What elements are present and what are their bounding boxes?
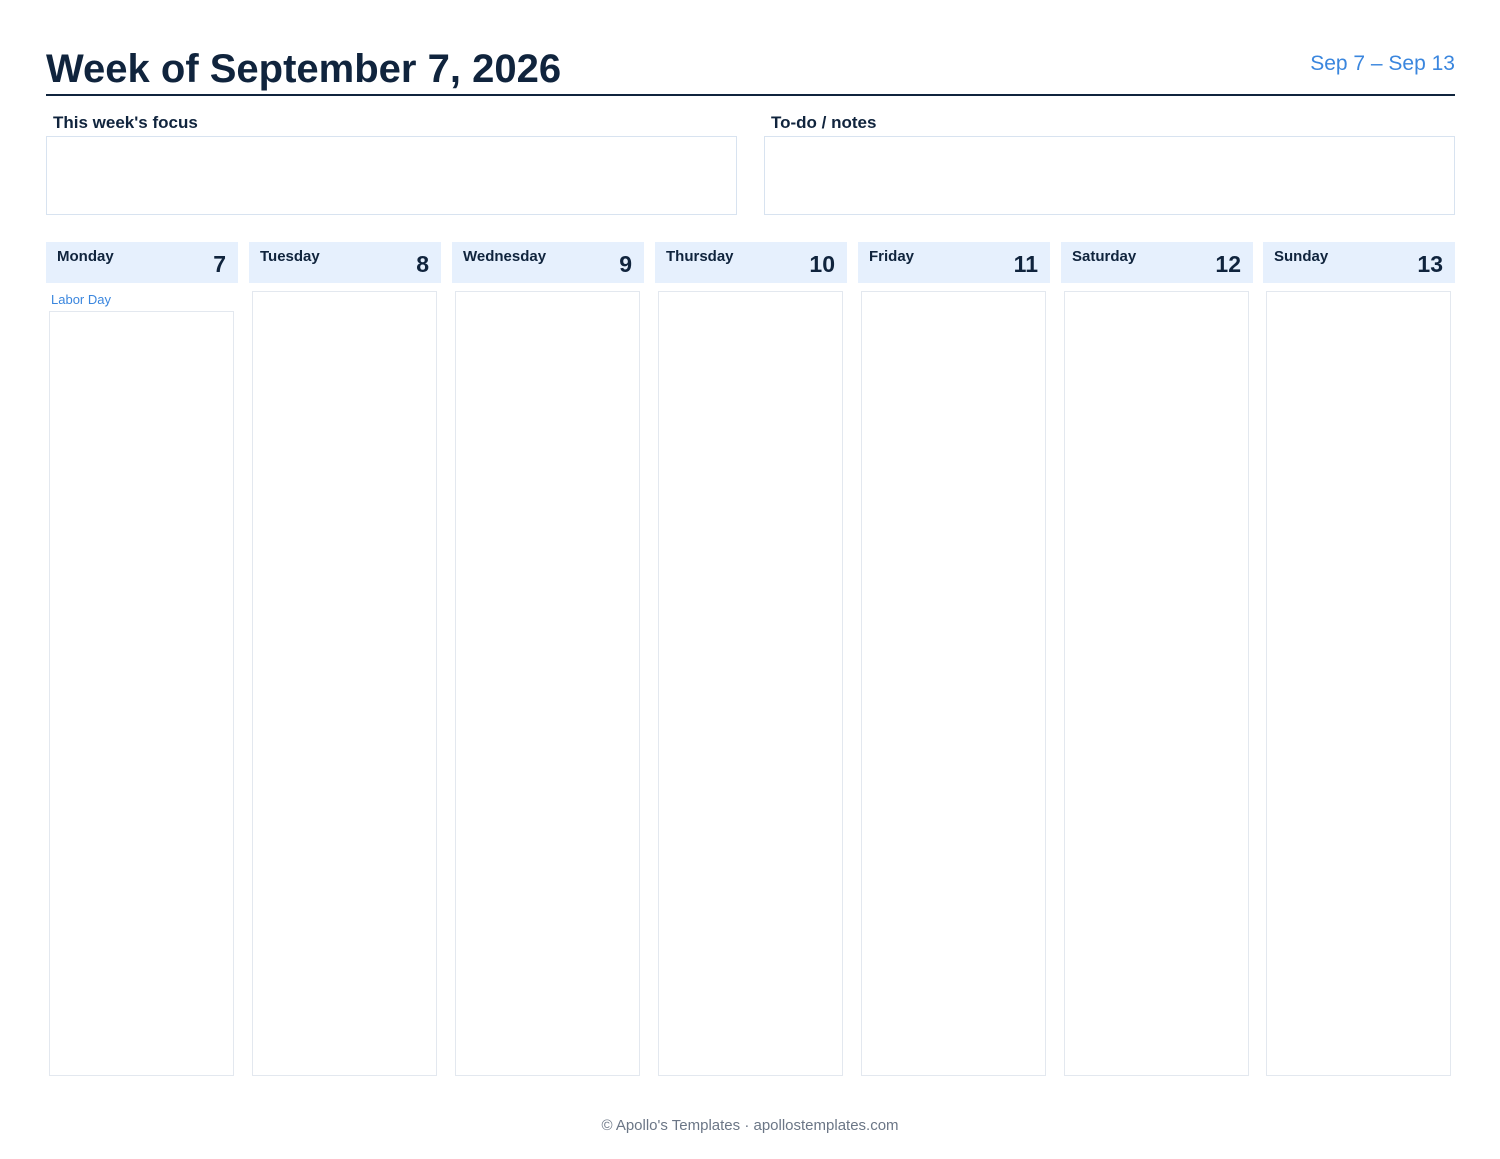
day-number: 8 <box>416 251 429 277</box>
day-number: 13 <box>1417 251 1443 277</box>
day-name: Saturday <box>1072 248 1137 265</box>
day-box-sunday[interactable] <box>1266 291 1451 1076</box>
day-number: 10 <box>809 251 835 277</box>
day-box-monday[interactable] <box>49 311 234 1076</box>
day-name: Sunday <box>1274 248 1329 265</box>
day-header-friday: Friday 11 <box>858 242 1050 283</box>
day-number: 11 <box>1013 251 1038 277</box>
day-box-saturday[interactable] <box>1064 291 1249 1076</box>
day-number: 7 <box>213 251 226 277</box>
day-box-thursday[interactable] <box>658 291 843 1076</box>
day-header-thursday: Thursday 10 <box>655 242 847 283</box>
day-name: Wednesday <box>463 248 547 265</box>
date-range: Sep 7 – Sep 13 <box>1310 52 1455 75</box>
day-header-sunday: Sunday 13 <box>1263 242 1455 283</box>
day-number: 9 <box>619 251 632 277</box>
focus-label: This week's focus <box>53 113 198 132</box>
day-header-monday: Monday 7 <box>46 242 238 283</box>
focus-box[interactable] <box>46 136 737 215</box>
day-header-saturday: Saturday 12 <box>1061 242 1253 283</box>
footer-credit: © Apollo's Templates · apollostemplates.… <box>601 1117 899 1134</box>
day-name: Thursday <box>666 248 734 265</box>
holiday-label: Labor Day <box>51 292 111 307</box>
day-box-friday[interactable] <box>861 291 1046 1076</box>
page-title: Week of September 7, 2026 <box>46 47 562 91</box>
todo-label: To-do / notes <box>771 113 877 132</box>
day-name: Friday <box>869 248 915 265</box>
day-name: Monday <box>57 248 114 265</box>
day-header-tuesday: Tuesday 8 <box>249 242 441 283</box>
day-header-wednesday: Wednesday 9 <box>452 242 644 283</box>
day-box-tuesday[interactable] <box>252 291 437 1076</box>
day-number: 12 <box>1215 251 1241 277</box>
day-name: Tuesday <box>260 248 320 265</box>
page-header: Week of September 7, 2026 Sep 7 – Sep 13 <box>46 44 1455 96</box>
day-box-wednesday[interactable] <box>455 291 640 1076</box>
todo-box[interactable] <box>764 136 1455 215</box>
